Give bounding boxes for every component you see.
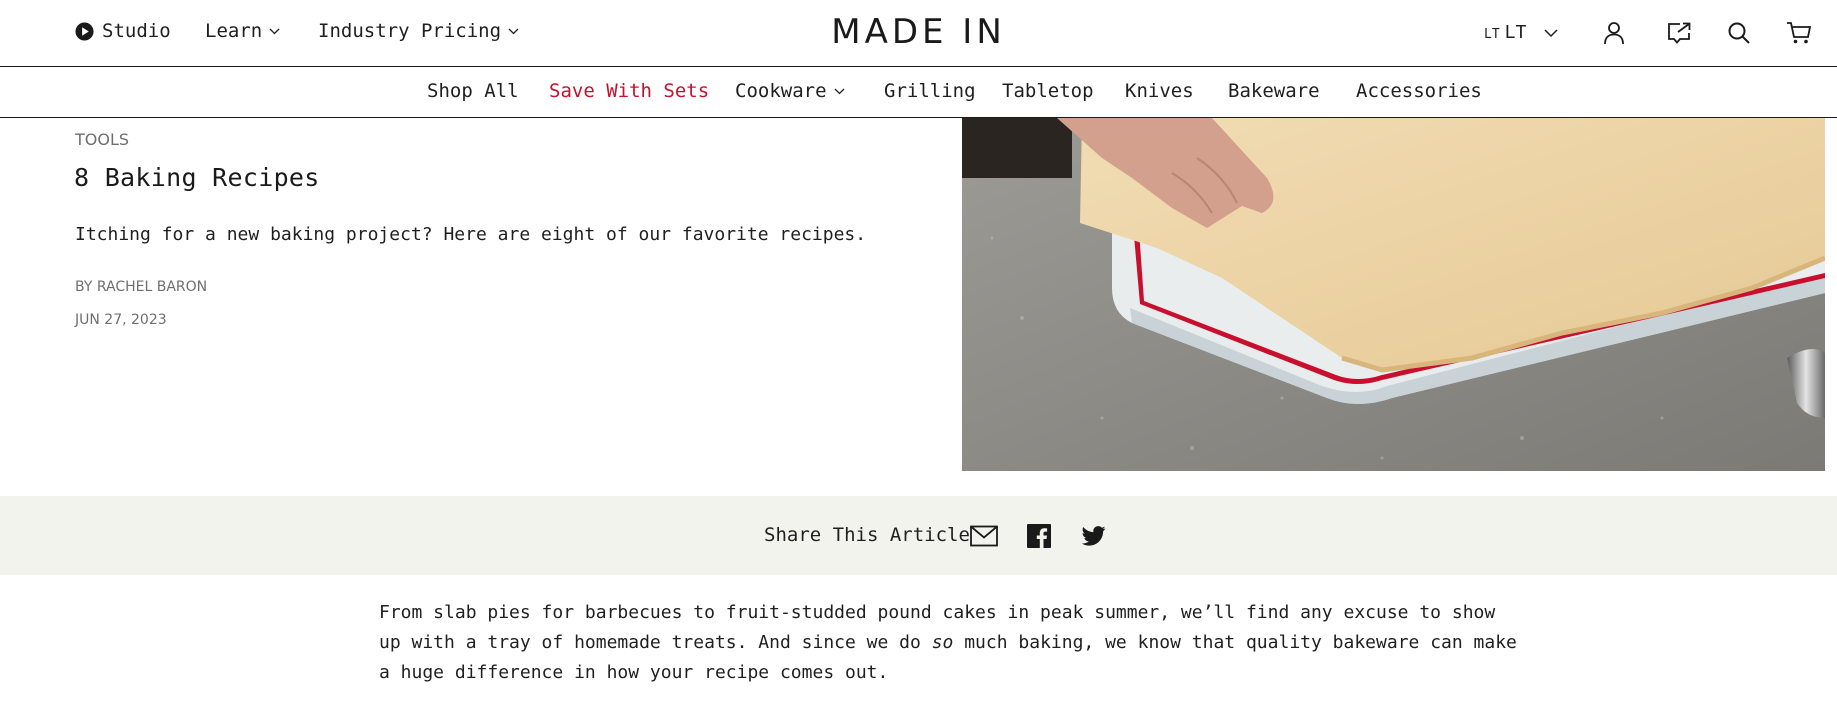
language-code: LT: [1504, 22, 1527, 43]
chevron-down-icon: [834, 88, 844, 94]
brand-logo-text[interactable]: MADE IN: [831, 12, 1006, 52]
language-code-small: LT: [1484, 26, 1500, 42]
studio-label: Studio: [102, 20, 171, 42]
share-facebook-button[interactable]: [1024, 521, 1054, 551]
twitter-icon: [1082, 526, 1106, 546]
search-icon: [1728, 22, 1750, 44]
nav-tabletop[interactable]: Tabletop: [1002, 80, 1094, 102]
cart-button[interactable]: [1784, 18, 1814, 48]
chevron-down-icon: [269, 28, 280, 34]
nav-bakeware[interactable]: Bakeware: [1228, 80, 1320, 102]
top-header: Studio Learn Industry Pricing MADE IN LT…: [0, 0, 1837, 67]
nav-label: Tabletop: [1002, 80, 1094, 102]
article-title: 8 Baking Recipes: [74, 163, 320, 192]
nav-shop-all[interactable]: Shop All: [427, 80, 519, 102]
article-body-emphasis: so: [931, 632, 954, 653]
facebook-icon: [1027, 524, 1051, 548]
nav-label: Knives: [1125, 80, 1194, 102]
article-date: JUN 27, 2023: [75, 312, 167, 328]
learn-menu[interactable]: Learn: [205, 20, 280, 42]
article-body: From slab pies for barbecues to fruit-st…: [379, 598, 1519, 688]
article-dek: Itching for a new baking project? Here a…: [75, 224, 867, 245]
nav-label: Cookware: [735, 80, 827, 102]
category-nav: Shop All Save With Sets Cookware Grillin…: [0, 67, 1837, 118]
search-button[interactable]: [1724, 18, 1754, 48]
share-twitter-button[interactable]: [1079, 521, 1109, 551]
share-email-button[interactable]: [969, 521, 999, 551]
nav-knives[interactable]: Knives: [1125, 80, 1194, 102]
hero-image: [962, 118, 1825, 471]
nav-label: Save With Sets: [549, 80, 710, 102]
share-bar: Share This Article: [0, 496, 1837, 575]
studio-link[interactable]: Studio: [75, 20, 171, 42]
chevron-down-icon: [508, 28, 519, 34]
account-button[interactable]: [1599, 18, 1629, 48]
share-out-icon: [1668, 22, 1691, 44]
nav-save-with-sets[interactable]: Save With Sets: [549, 80, 709, 102]
share-label: Share This Article: [764, 524, 970, 546]
learn-label: Learn: [205, 20, 263, 42]
share-link-button[interactable]: [1664, 18, 1694, 48]
nav-label: Accessories: [1356, 80, 1482, 102]
chevron-down-icon: [1544, 28, 1558, 37]
article-category[interactable]: TOOLS: [75, 130, 129, 149]
language-selector[interactable]: LT LT: [1484, 22, 1558, 43]
nav-label: Shop All: [427, 80, 519, 102]
industry-pricing-menu[interactable]: Industry Pricing: [318, 20, 519, 42]
industry-pricing-label: Industry Pricing: [318, 20, 502, 42]
cart-icon: [1787, 22, 1812, 44]
nav-label: Bakeware: [1228, 80, 1320, 102]
article-byline: BY RACHEL BARON: [75, 279, 208, 295]
nav-label: Grilling: [884, 80, 976, 102]
nav-grilling[interactable]: Grilling: [884, 80, 976, 102]
hero-illustration: [962, 118, 1825, 471]
user-icon: [1604, 22, 1624, 45]
email-icon: [970, 525, 998, 547]
play-icon: [75, 21, 94, 41]
nav-accessories[interactable]: Accessories: [1356, 80, 1482, 102]
nav-cookware[interactable]: Cookware: [735, 80, 845, 102]
